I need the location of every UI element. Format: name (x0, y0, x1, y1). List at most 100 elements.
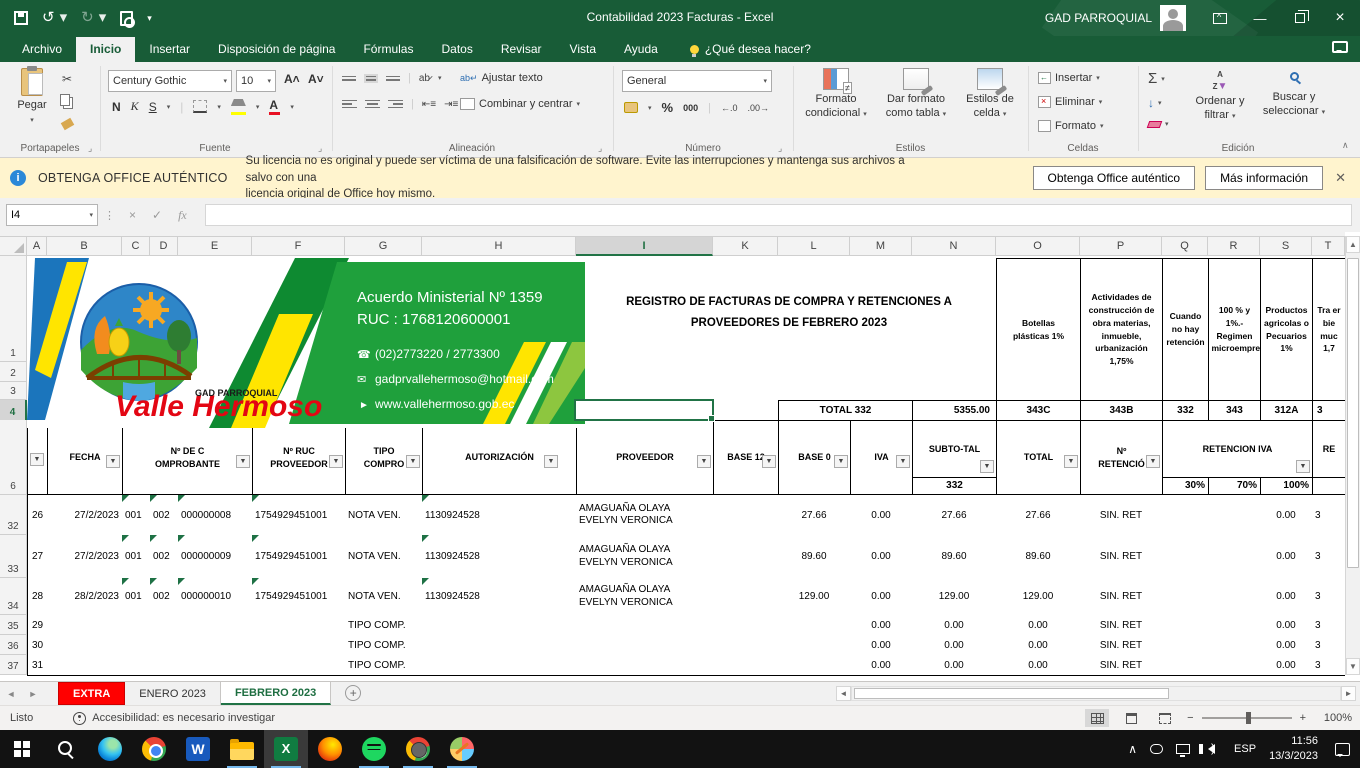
header-retencion-iva[interactable]: RETENCION IVA ▼ (1162, 420, 1313, 478)
conditional-formatting-button[interactable]: Formato condicional ▾ (800, 68, 872, 121)
zoom-level[interactable]: 100% (1316, 712, 1352, 724)
row4-code-cell[interactable]: 343C (996, 400, 1081, 421)
word-icon[interactable]: W (176, 730, 220, 768)
cell-base0-row36[interactable] (778, 635, 851, 656)
explorer-icon[interactable] (220, 730, 264, 768)
header-re-cut-sub[interactable] (1312, 477, 1345, 495)
cell-fecha-row35[interactable] (47, 615, 123, 636)
cell-ruc-row32[interactable]: 1754929451001 (252, 495, 346, 536)
column-header-N[interactable]: N (912, 236, 996, 256)
cell-aut-row37[interactable] (422, 655, 577, 676)
sheet-tab-enero-2023[interactable]: ENERO 2023 (125, 682, 221, 705)
sheet-nav-left-icon[interactable]: ◄ (0, 682, 22, 705)
cell-prov-row35[interactable] (576, 615, 714, 636)
cell-c2-row37[interactable] (150, 655, 179, 676)
cell-base12-row36[interactable] (713, 635, 779, 656)
cell-tipo-row33[interactable]: NOTA VEN. (345, 535, 423, 579)
find-select-button[interactable]: Buscar y seleccionar ▾ (1256, 68, 1332, 119)
filter-dropdown-icon[interactable]: ▼ (1146, 455, 1160, 468)
clipboard-dialog-launcher-icon[interactable]: ⌟ (88, 143, 92, 154)
zoom-slider-thumb[interactable] (1245, 712, 1251, 724)
sheet-tab-febrero-2023[interactable]: FEBRERO 2023 (220, 682, 332, 705)
name-box[interactable]: I4 ▾ (6, 204, 98, 226)
action-center-icon[interactable] (1335, 742, 1350, 757)
get-genuine-office-button[interactable]: Obtenga Office auténtico (1032, 166, 1196, 190)
bold-button[interactable]: N (112, 100, 121, 114)
font-name-select[interactable]: Century Gothic ▾ (108, 70, 232, 92)
cell-aut-row36[interactable] (422, 635, 577, 656)
cell-iva-row35[interactable]: 0.00 (850, 615, 913, 636)
cell-c1-row33[interactable]: 001 (122, 535, 151, 579)
cell-total-row34[interactable]: 129.00 (996, 578, 1081, 616)
cell-c1-row35[interactable] (122, 615, 151, 636)
accessibility-status[interactable]: Accesibilidad: es necesario investigar (92, 712, 275, 724)
cell-c3-row32[interactable]: 000000008 (178, 495, 253, 536)
header-agricolas[interactable]: Productos agricolas o Pecuarios 1% (1260, 258, 1313, 401)
row-header-33[interactable]: 33 (0, 535, 27, 578)
column-header-C[interactable]: C (122, 236, 150, 256)
header-re-cut[interactable]: RE (1312, 420, 1345, 478)
header-p30[interactable]: 30% (1162, 477, 1209, 495)
view-normal-button[interactable] (1085, 709, 1110, 727)
cell-total-row33[interactable]: 89.60 (996, 535, 1081, 579)
fill-color-icon[interactable] (230, 98, 246, 115)
cell-base12-row37[interactable] (713, 655, 779, 676)
warning-close-icon[interactable]: ✕ (1335, 170, 1346, 186)
cell-styles-button[interactable]: Estilos de celda ▾ (958, 68, 1022, 121)
cell-iva-row32[interactable]: 0.00 (850, 495, 913, 536)
cell-base12-row34[interactable] (713, 578, 779, 616)
row-header-35[interactable]: 35 (0, 615, 27, 635)
collapse-ribbon-icon[interactable]: ∧ (1342, 140, 1349, 151)
cell-c1-row36[interactable] (122, 635, 151, 656)
cell-p30-row36[interactable] (1162, 635, 1209, 656)
cell-prov-row34[interactable]: AMAGUAÑA OLAYA EVELYN VERONICA (576, 578, 714, 616)
column-header-S[interactable]: S (1260, 236, 1312, 256)
column-header-G[interactable]: G (345, 236, 422, 256)
ribbon-tab-revisar[interactable]: Revisar (487, 37, 556, 62)
filter-dropdown-icon[interactable]: ▼ (1296, 460, 1310, 473)
learn-more-button[interactable]: Más información (1205, 166, 1324, 190)
cell-c3-row37[interactable] (178, 655, 253, 676)
align-center-icon[interactable] (365, 99, 380, 109)
cell-ret-row34[interactable]: SIN. RET (1080, 578, 1163, 616)
align-middle-icon[interactable] (364, 73, 378, 83)
cell-subt-row32[interactable]: 27.66 (912, 495, 997, 536)
account-name[interactable]: GAD PARROQUIAL (1045, 11, 1152, 25)
cell-p70-row32[interactable] (1208, 495, 1261, 536)
scroll-down-icon[interactable]: ▼ (1346, 658, 1360, 675)
increase-indent-icon[interactable]: ⇥≡ (444, 99, 458, 110)
horizontal-scroll-thumb[interactable] (854, 688, 1169, 699)
header-sin-retencion[interactable]: Cuando no hay retención (1162, 258, 1209, 401)
chrome-icon[interactable] (132, 730, 176, 768)
cell-a-row34[interactable]: 28 (27, 578, 48, 616)
column-header-K[interactable]: K (713, 236, 778, 256)
cell-ruc-row37[interactable] (252, 655, 346, 676)
volume-icon[interactable] (1199, 741, 1216, 755)
cell-tipo-row32[interactable]: NOTA VEN. (345, 495, 423, 536)
header-n-retencion[interactable]: Nº RETENCIÓ ▼ (1080, 420, 1163, 495)
cell-iva-row37[interactable]: 0.00 (850, 655, 913, 676)
cell-c2-row35[interactable] (150, 615, 179, 636)
select-all-corner[interactable] (0, 236, 27, 256)
scroll-left-icon[interactable]: ◄ (836, 686, 851, 701)
number-format-select[interactable]: General ▾ (622, 70, 772, 92)
search-icon[interactable] (44, 730, 88, 768)
avatar[interactable] (1160, 5, 1186, 31)
cell-p100-row34[interactable]: 0.00 (1260, 578, 1313, 616)
row4-code-cell[interactable]: 312A (1260, 400, 1313, 421)
cell-c2-row34[interactable]: 002 (150, 578, 179, 616)
start-button[interactable] (0, 730, 44, 768)
column-header-T[interactable]: T (1312, 236, 1345, 256)
network-icon[interactable] (1176, 744, 1191, 757)
cell-c2-row32[interactable]: 002 (150, 495, 179, 536)
percent-style-button[interactable]: % (662, 100, 674, 115)
ribbon-tab-insertar[interactable]: Insertar (135, 37, 204, 62)
ribbon-tab-disposici-n-de-p-gina[interactable]: Disposición de página (204, 37, 349, 62)
italic-button[interactable]: K (131, 99, 139, 114)
autosum-icon[interactable]: Σ (1148, 70, 1157, 87)
align-top-icon[interactable] (342, 75, 356, 81)
orientation-icon[interactable]: ab̷ (419, 73, 430, 84)
cell-c2-row33[interactable]: 002 (150, 535, 179, 579)
sort-filter-button[interactable]: A Z▼ Ordenar y filtrar ▾ (1186, 68, 1254, 123)
align-right-icon[interactable] (388, 99, 403, 109)
